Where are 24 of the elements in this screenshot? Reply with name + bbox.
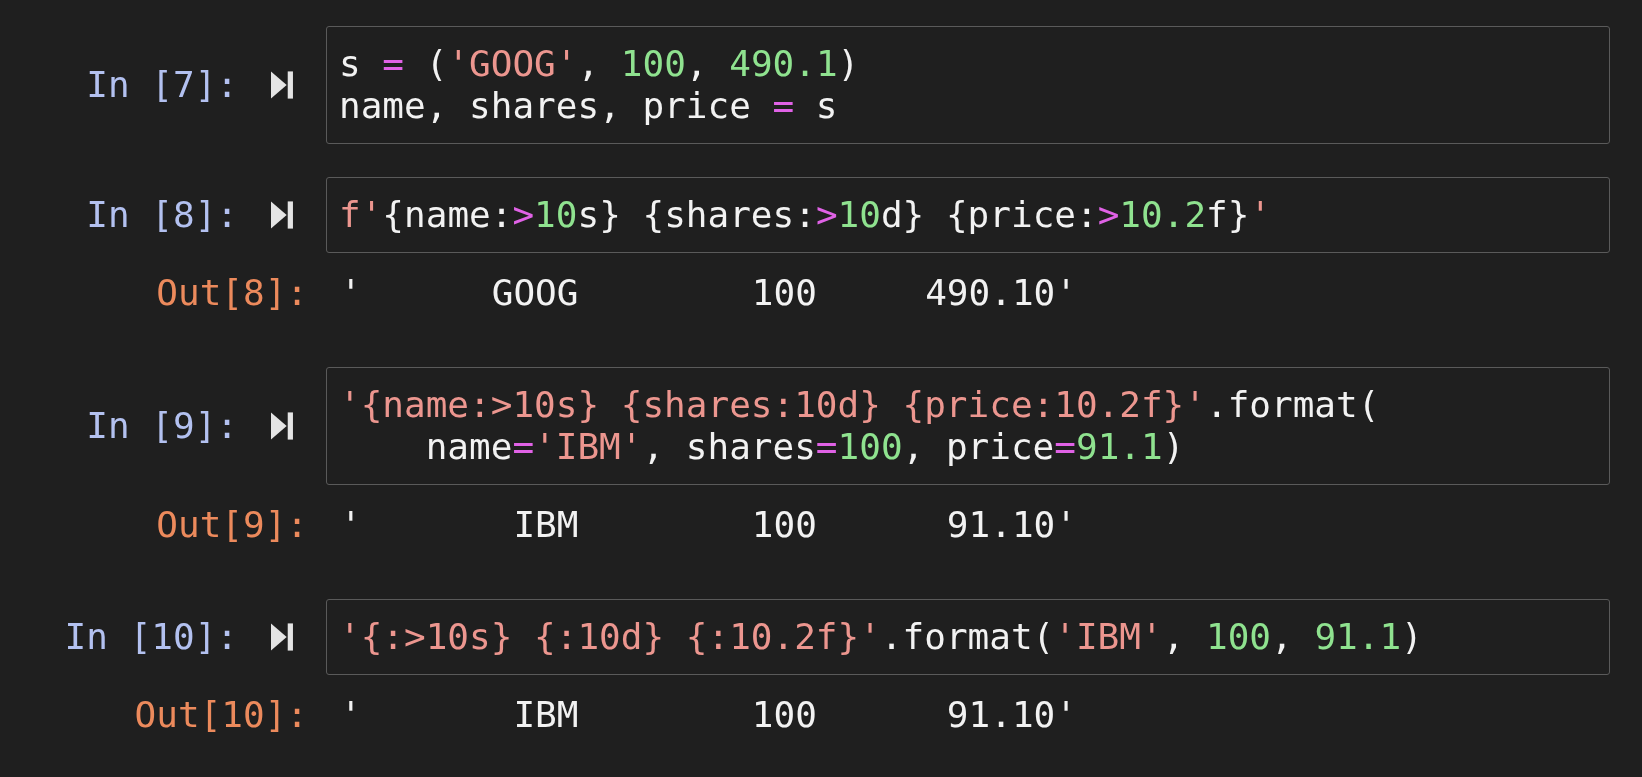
output-text: ' GOOG 100 490.10' <box>339 272 1078 314</box>
code-editor[interactable]: '{:>10s} {:10d} {:10.2f}'.format('IBM', 100, 91.1) <box>326 599 1610 675</box>
input-prompt: In [9]: <box>86 405 238 447</box>
skip-forward-icon[interactable] <box>270 410 294 442</box>
code-line: name, shares, price = s <box>339 85 839 127</box>
input-prompt: In [7]: <box>86 64 238 106</box>
code-editor[interactable]: '{name:>10s} {shares:10d} {price:10.2f}'.format( name='IBM', shares=100, price=91.1) <box>326 367 1610 485</box>
output-prompt: Out[8]: <box>156 272 309 314</box>
output-text: ' IBM 100 91.10' <box>339 504 1078 546</box>
code-line: s = ('GOOG', 100, 490.1) <box>339 43 861 85</box>
code-editor[interactable]: s = ('GOOG', 100, 490.1) name, shares, price = s <box>326 26 1610 144</box>
input-prompt: In [8]: <box>86 194 238 236</box>
code-line: '{:>10s} {:10d} {:10.2f}'.format('IBM', 100, 91.1) <box>339 616 1424 658</box>
code-line: name='IBM', shares=100, price=91.1) <box>424 426 1186 468</box>
input-prompt: In [10]: <box>64 616 238 658</box>
skip-forward-icon[interactable] <box>270 621 294 653</box>
output-text: ' IBM 100 91.10' <box>339 694 1078 736</box>
code-line: f'{name:>10s} {shares:>10d} {price:>10.2f}' <box>339 194 1273 236</box>
output-prompt: Out[10]: <box>134 694 309 736</box>
skip-forward-icon[interactable] <box>270 69 294 101</box>
skip-forward-icon[interactable] <box>270 199 294 231</box>
output-prompt: Out[9]: <box>156 504 309 546</box>
code-line: '{name:>10s} {shares:10d} {price:10.2f}'.format( <box>339 384 1381 426</box>
code-editor[interactable]: f'{name:>10s} {shares:>10d} {price:>10.2f}' <box>326 177 1610 253</box>
